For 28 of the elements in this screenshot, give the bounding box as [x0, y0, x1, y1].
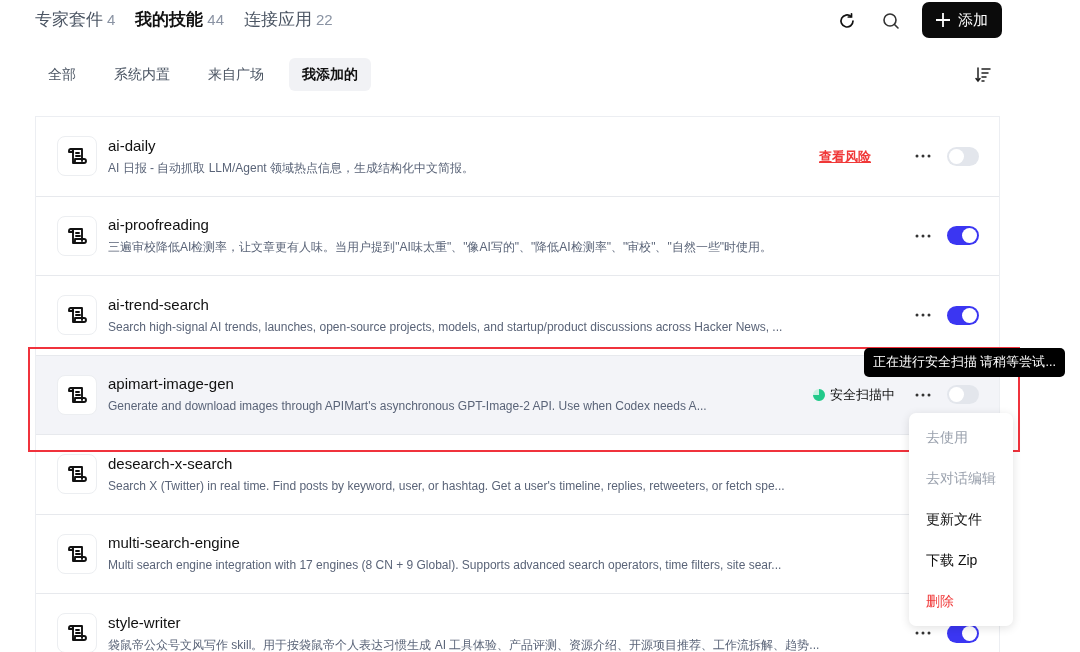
tooltip: 正在进行安全扫描 请稍等尝试... — [864, 348, 1065, 377]
menu-item[interactable]: 删除 — [909, 581, 1013, 622]
skill-description: Generate and download images through APIMart's asynchronous GPT-Image-2 API. Use when Codex needs A... — [108, 398, 707, 416]
skill-name: multi-search-engine — [108, 533, 240, 554]
add-button[interactable]: 添加 — [922, 1, 1002, 39]
filter-tab[interactable]: 全部 — [35, 57, 89, 91]
skill-name: style-writer — [108, 612, 181, 633]
skill-name: desearch-x-search — [108, 453, 233, 474]
skill-description: Search X (Twitter) in real time. Find posts by keyword, user, or hashtag. Get a user's timeline, replies, retweeters, or fetch spe... — [108, 477, 785, 495]
skill-name: apimart-image-gen — [108, 374, 234, 395]
top-tab[interactable]: 我的技能 44 — [135, 7, 225, 33]
skill-description: Multi search engine integration with 17 engines (8 CN + 9 Global). Supports advanced search operators, time filters, site sear... — [108, 557, 782, 575]
filter-tab[interactable]: 来自广场 — [195, 57, 277, 91]
skill-name: ai-proofreading — [108, 215, 209, 236]
view-risk-link[interactable]: 查看风险 — [819, 146, 871, 166]
menu-item[interactable]: 下载 Zip — [909, 540, 1013, 581]
filter-tab[interactable]: 我添加的 — [289, 57, 371, 91]
scan-status: 安全扫描中 — [830, 386, 895, 404]
skill-description: AI 日报 - 自动抓取 LLM/Agent 领域热点信息，生成结构化中文简报。 — [108, 159, 475, 177]
skill-description: Search high-signal AI trends, launches, open-source projects, models, and startup/product discussions across Hacker News, ... — [108, 318, 783, 336]
skill-name: ai-daily — [108, 135, 156, 156]
menu-item[interactable]: 更新文件 — [909, 499, 1013, 540]
top-tab[interactable]: 专家套件 4 — [35, 7, 116, 33]
skill-description: 三遍审校降低AI检测率，让文章更有人味。当用户提到"AI味太重"、"像AI写的"、"降低AI检测率"、"审校"、"自然一些"时使用。 — [108, 239, 772, 257]
filter-tab[interactable]: 系统内置 — [101, 57, 183, 91]
top-tab[interactable]: 连接应用 22 — [244, 7, 333, 33]
skill-name: ai-trend-search — [108, 294, 209, 315]
skill-description: 袋鼠帝公众号文风写作 skill。用于按袋鼠帝个人表达习惯生成 AI 工具体验、产品评测、资源介绍、开源项目推荐、工作流拆解、趋势... — [108, 636, 820, 652]
